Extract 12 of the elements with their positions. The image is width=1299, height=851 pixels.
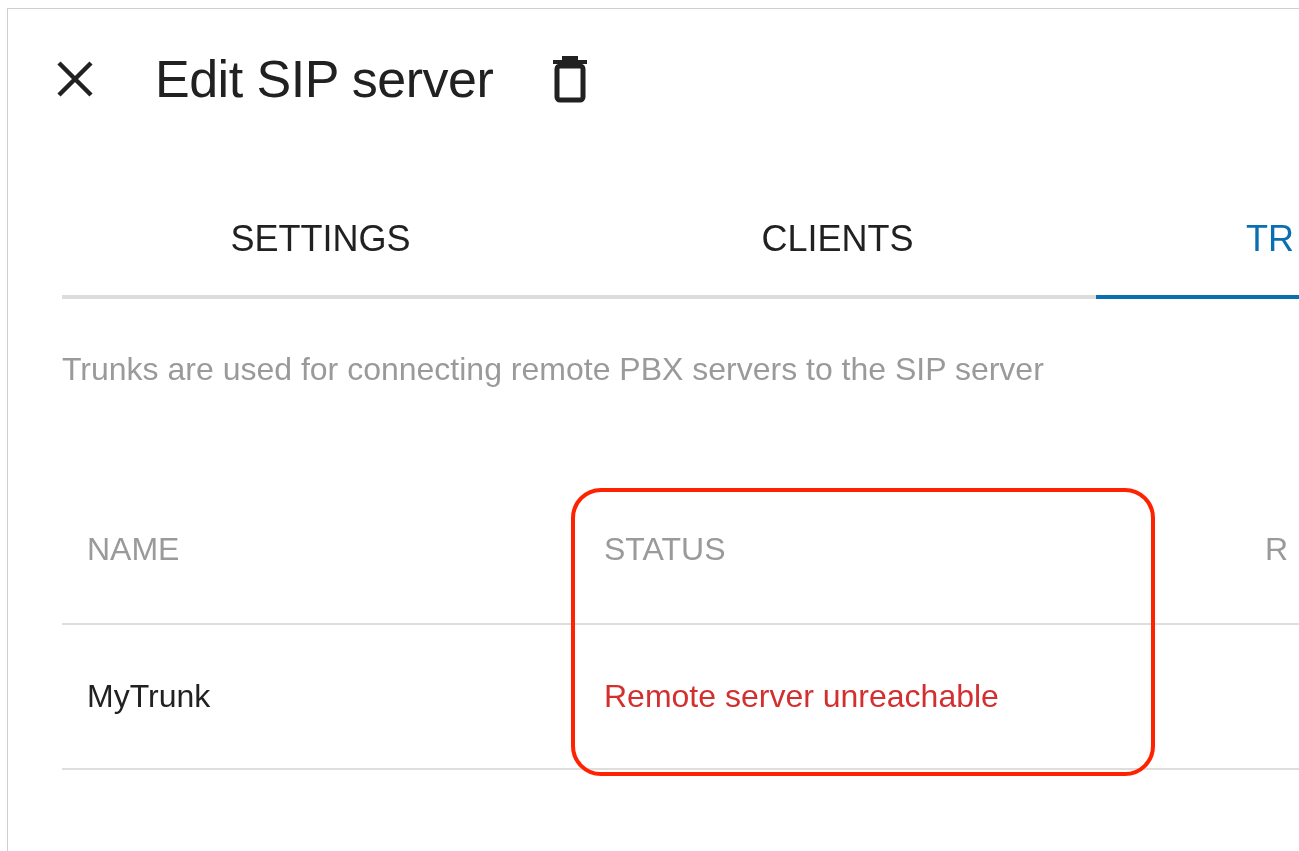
tab[interactable]: TR: [1096, 189, 1299, 299]
column-header: STATUS: [603, 531, 727, 568]
close-icon[interactable]: [55, 59, 95, 99]
column-header: NAME: [86, 531, 181, 568]
dialog-title: Edit SIP server: [155, 49, 494, 109]
description-text: Trunks are used for connecting remote PBX servers to the SIP server: [62, 351, 1045, 388]
trash-icon[interactable]: [551, 54, 590, 104]
column-header: R: [1264, 531, 1290, 568]
table-cell-text: MyTrunk: [86, 678, 212, 715]
tab[interactable]: CLIENTS: [579, 189, 1096, 299]
status-text: Remote server unreachable: [603, 678, 1000, 715]
tab[interactable]: SETTINGS: [62, 189, 579, 299]
